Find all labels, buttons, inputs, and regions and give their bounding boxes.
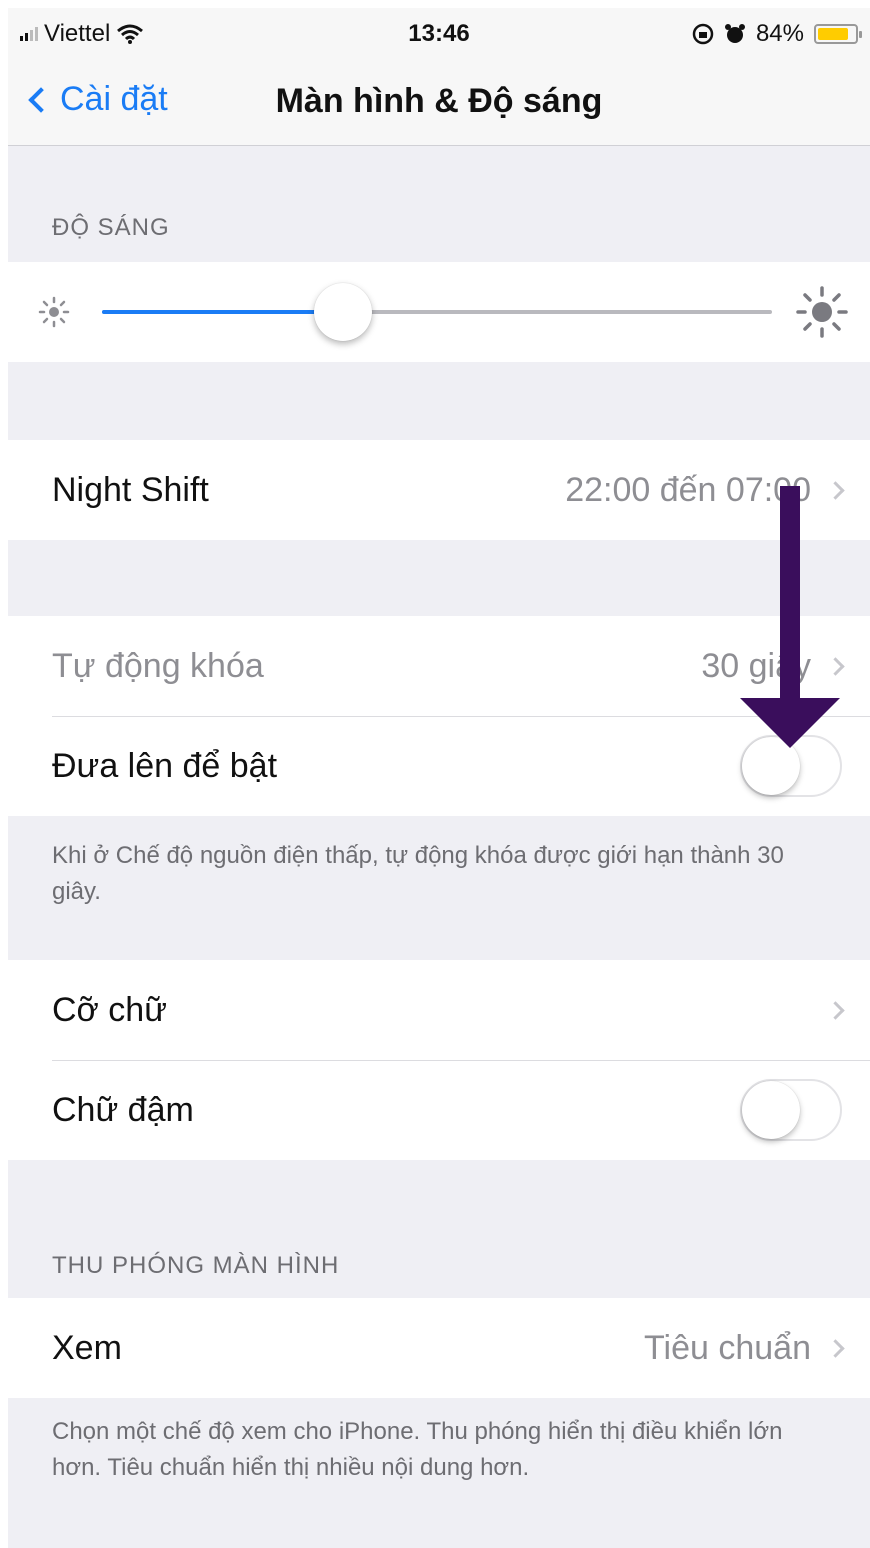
chevron-right-icon <box>826 1338 845 1358</box>
text-size-label: Cỡ chữ <box>52 990 167 1029</box>
auto-lock-label: Tự động khóa <box>52 646 264 685</box>
raise-to-wake-label: Đưa lên để bật <box>52 746 278 785</box>
sun-small-icon <box>38 296 70 328</box>
battery-percent: 84% <box>755 20 804 47</box>
bold-text-row: Chữ đậm <box>8 1060 870 1160</box>
rotation-lock-icon <box>692 23 714 45</box>
brightness-slider-track[interactable] <box>102 310 772 314</box>
bold-text-label: Chữ đậm <box>52 1090 194 1129</box>
page-title: Màn hình & Độ sáng <box>275 82 603 120</box>
bold-text-toggle[interactable] <box>740 1079 842 1141</box>
display-zoom-footer-note: Chọn một chế độ xem cho iPhone. Thu phón… <box>52 1418 783 1481</box>
display-zoom-group: Xem Tiêu chuẩn <box>8 1298 870 1398</box>
brightness-slider-fill <box>102 310 344 314</box>
lock-footer-note: Khi ở Chế độ nguồn điện thấp, tự động kh… <box>52 842 784 905</box>
alarm-icon <box>724 24 745 43</box>
annotation-arrow-icon <box>740 486 840 748</box>
brightness-slider-thumb[interactable] <box>314 283 373 341</box>
text-group: Cỡ chữ Chữ đậm <box>8 960 870 1160</box>
settings-screen: Viettel 13:46 84% Cài đặt Màn hình & Độ … <box>8 8 870 1548</box>
top-bar: Viettel 13:46 84% Cài đặt Màn hình & Độ … <box>8 8 870 146</box>
chevron-right-icon <box>826 1000 845 1020</box>
view-label: Xem <box>52 1328 122 1367</box>
battery-icon <box>814 24 862 44</box>
brightness-section-header: ĐỘ SÁNG <box>52 214 170 241</box>
view-row[interactable]: Xem Tiêu chuẩn <box>8 1298 870 1398</box>
sun-large-icon <box>796 286 848 338</box>
brightness-group <box>8 262 870 362</box>
brightness-slider-row <box>8 262 870 362</box>
night-shift-label: Night Shift <box>52 470 209 509</box>
status-bar: Viettel 13:46 84% <box>8 8 870 56</box>
text-size-row[interactable]: Cỡ chữ <box>8 960 870 1060</box>
toggle-knob <box>742 1081 800 1139</box>
display-zoom-section-header: THU PHÓNG MÀN HÌNH <box>52 1252 340 1279</box>
view-value: Tiêu chuẩn <box>644 1328 811 1367</box>
